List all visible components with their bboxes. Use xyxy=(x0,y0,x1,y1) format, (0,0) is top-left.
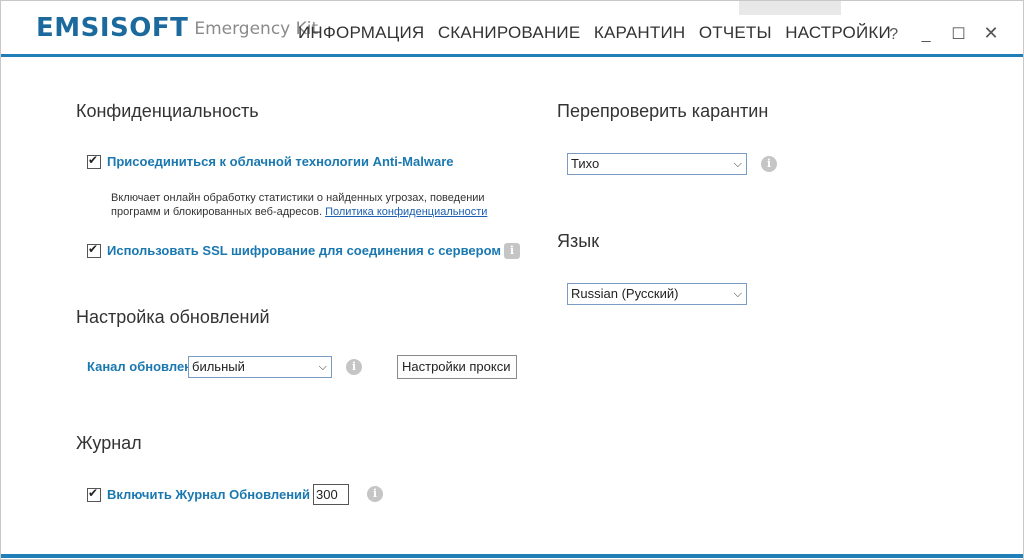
quarantine-title: Перепроверить карантин xyxy=(557,101,769,121)
language-select[interactable]: Russian (Русский) ⌵ xyxy=(567,283,747,305)
main-window: EMSISOFT Emergency Kit ИНФОРМАЦИЯ СКАНИРО… xyxy=(0,0,1024,560)
ssl-checkbox-label[interactable]: Использовать SSL шифрование для соединен… xyxy=(107,243,501,258)
cloud-checkbox-label[interactable]: Присоединиться к облачной технологии Ant… xyxy=(107,154,454,169)
title-bar: EMSISOFT Emergency Kit ИНФОРМАЦИЯ СКАНИРО… xyxy=(1,1,1023,57)
update-channel-select[interactable]: бильный ⌵ xyxy=(188,356,332,378)
ssl-checkbox-row[interactable]: Использовать SSL шифрование для соединен… xyxy=(87,242,501,258)
header-divider xyxy=(1,54,1023,57)
quarantine-mode-value: Тихо xyxy=(571,156,600,171)
journal-count-input[interactable]: 300 xyxy=(313,484,349,505)
ssl-checkbox[interactable] xyxy=(87,242,101,258)
journal-info-icon[interactable]: i xyxy=(367,486,383,502)
privacy-title: Конфиденциальность xyxy=(76,101,259,121)
cloud-desc-line2: программ и блокированных веб-адресов. xyxy=(111,206,323,218)
chevron-down-icon: ⌵ xyxy=(733,288,742,300)
cloud-desc-line1: Включает онлайн обработку статистики о н… xyxy=(111,192,485,204)
update-channel-value: бильный xyxy=(192,359,245,374)
journal-checkbox[interactable] xyxy=(87,486,101,502)
nav-item-quarantine[interactable]: КАРАНТИН xyxy=(594,23,686,42)
main-nav: ИНФОРМАЦИЯ СКАНИРОВАНИЕ КАРАНТИН ОТЧЕТЫ … xyxy=(298,23,900,43)
nav-item-settings[interactable]: НАСТРОЙКИ xyxy=(785,23,891,42)
quarantine-info-icon[interactable]: i xyxy=(761,156,777,172)
brand-name: EMSISOFT xyxy=(36,13,189,43)
cloud-description: Включает онлайн обработку статистики о н… xyxy=(111,191,511,219)
cloud-checkbox[interactable] xyxy=(87,153,101,169)
nav-item-reports[interactable]: ОТЧЕТЫ xyxy=(699,23,772,42)
journal-title: Журнал xyxy=(76,433,142,453)
maximize-icon[interactable]: ☐ xyxy=(945,24,973,44)
close-icon[interactable]: ✕ xyxy=(977,23,1005,44)
app-logo: EMSISOFT Emergency Kit xyxy=(36,13,318,43)
update-channel-info-icon[interactable]: i xyxy=(346,359,362,375)
nav-item-info[interactable]: ИНФОРМАЦИЯ xyxy=(298,23,424,42)
proxy-settings-button[interactable]: Настройки прокси xyxy=(397,355,517,379)
ssl-info-icon[interactable]: i xyxy=(504,243,520,259)
minimize-icon[interactable]: _ xyxy=(912,26,940,44)
chevron-down-icon: ⌵ xyxy=(733,158,742,170)
privacy-policy-link[interactable]: Политика конфиденциальности xyxy=(325,206,487,218)
footer-divider xyxy=(1,554,1023,558)
active-tab-highlight xyxy=(739,1,841,15)
chevron-down-icon: ⌵ xyxy=(318,361,327,373)
nav-item-scan[interactable]: СКАНИРОВАНИЕ xyxy=(438,23,581,42)
language-title: Язык xyxy=(557,231,600,251)
journal-checkbox-label[interactable]: Включить Журнал Обновлений xyxy=(107,487,310,502)
help-icon[interactable]: ? xyxy=(880,26,908,44)
updates-title: Настройка обновлений xyxy=(76,307,270,327)
quarantine-mode-select[interactable]: Тихо ⌵ xyxy=(567,153,747,175)
window-controls: ? _ ☐ ✕ xyxy=(880,23,1005,44)
journal-checkbox-row[interactable]: Включить Журнал Обновлений xyxy=(87,486,310,502)
cloud-checkbox-row[interactable]: Присоединиться к облачной технологии Ant… xyxy=(87,153,454,169)
language-value: Russian (Русский) xyxy=(571,286,679,301)
